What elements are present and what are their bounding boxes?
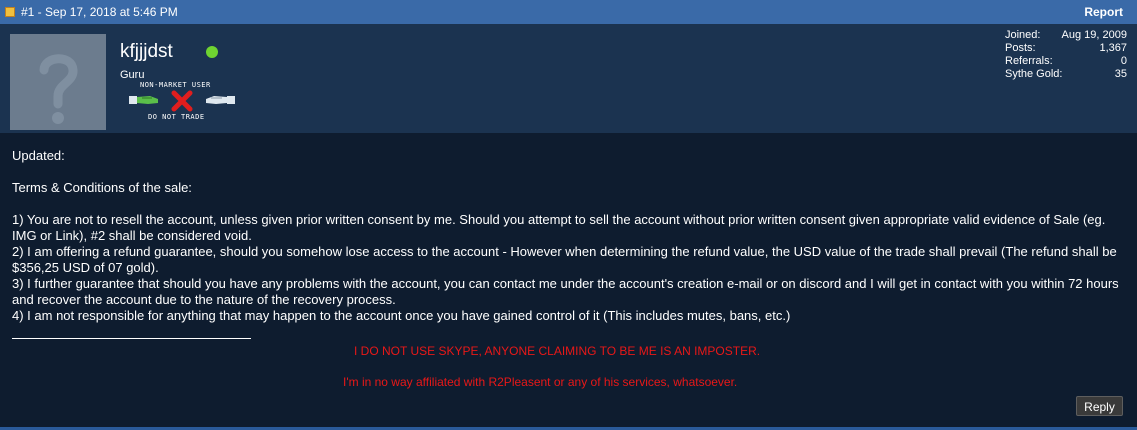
post-meta[interactable]: #1 - Sep 17, 2018 at 5:46 PM: [21, 5, 178, 19]
post-content: Updated: Terms & Conditions of the sale:…: [12, 148, 1122, 324]
stat-label: Sythe Gold:: [1005, 68, 1063, 80]
user-stats: Joined: Aug 19, 2009 Posts: 1,367 Referr…: [1005, 29, 1127, 81]
avatar[interactable]: [10, 34, 106, 130]
badge-bottom-text: DO NOT TRADE: [148, 113, 205, 121]
badge-top-text: NON-MARKET USER: [140, 81, 211, 89]
term-item-4: 4) I am not responsible for anything tha…: [12, 308, 791, 323]
stat-value: Aug 19, 2009: [1061, 29, 1127, 41]
username[interactable]: kfjjjdst: [120, 41, 173, 63]
signature-affiliation-note: I'm in no way affiliated with R2Pleasent…: [343, 375, 738, 389]
report-link[interactable]: Report: [1084, 5, 1123, 19]
post-icon: [5, 7, 15, 17]
stat-value[interactable]: 1,367: [1099, 42, 1127, 55]
signature-divider: [12, 338, 251, 339]
term-item-3: 3) I further guarantee that should you h…: [12, 276, 1119, 307]
term-item-1: 1) You are not to resell the account, un…: [12, 212, 1106, 243]
stat-value: 0: [1120, 55, 1127, 67]
term-item-2: 2) I am offering a refund guarantee, sho…: [12, 244, 1117, 275]
stat-referrals: Referrals: 0: [1005, 55, 1127, 68]
stat-posts: Posts: 1,367: [1005, 42, 1127, 55]
post-header: #1 - Sep 17, 2018 at 5:46 PM Report: [0, 0, 1137, 24]
handshake-left-icon: [128, 90, 164, 113]
updated-text: Updated:: [12, 148, 65, 163]
signature-skype-warning: I DO NOT USE SKYPE, ANYONE CLAIMING TO B…: [354, 344, 761, 358]
stat-label: Posts:: [1005, 42, 1036, 54]
stat-joined: Joined: Aug 19, 2009: [1005, 29, 1127, 42]
avatar-placeholder-icon: [10, 34, 106, 130]
stat-sythe-gold: Sythe Gold: 35: [1005, 68, 1127, 81]
user-info-bar: kfjjjdst Guru NON-MARKET USER DO NOT TRA…: [0, 24, 1137, 133]
stat-value: 35: [1114, 68, 1127, 80]
trade-badge: [128, 90, 236, 112]
user-title: Guru: [120, 69, 145, 81]
handshake-right-icon: [200, 90, 236, 113]
stat-label: Referrals:: [1005, 55, 1053, 67]
stat-label: Joined:: [1005, 29, 1041, 41]
online-status-icon: [206, 46, 218, 58]
reply-button[interactable]: Reply: [1076, 396, 1123, 416]
terms-title: Terms & Conditions of the sale:: [12, 180, 192, 195]
forum-post: #1 - Sep 17, 2018 at 5:46 PM Report kfjj…: [0, 0, 1137, 430]
